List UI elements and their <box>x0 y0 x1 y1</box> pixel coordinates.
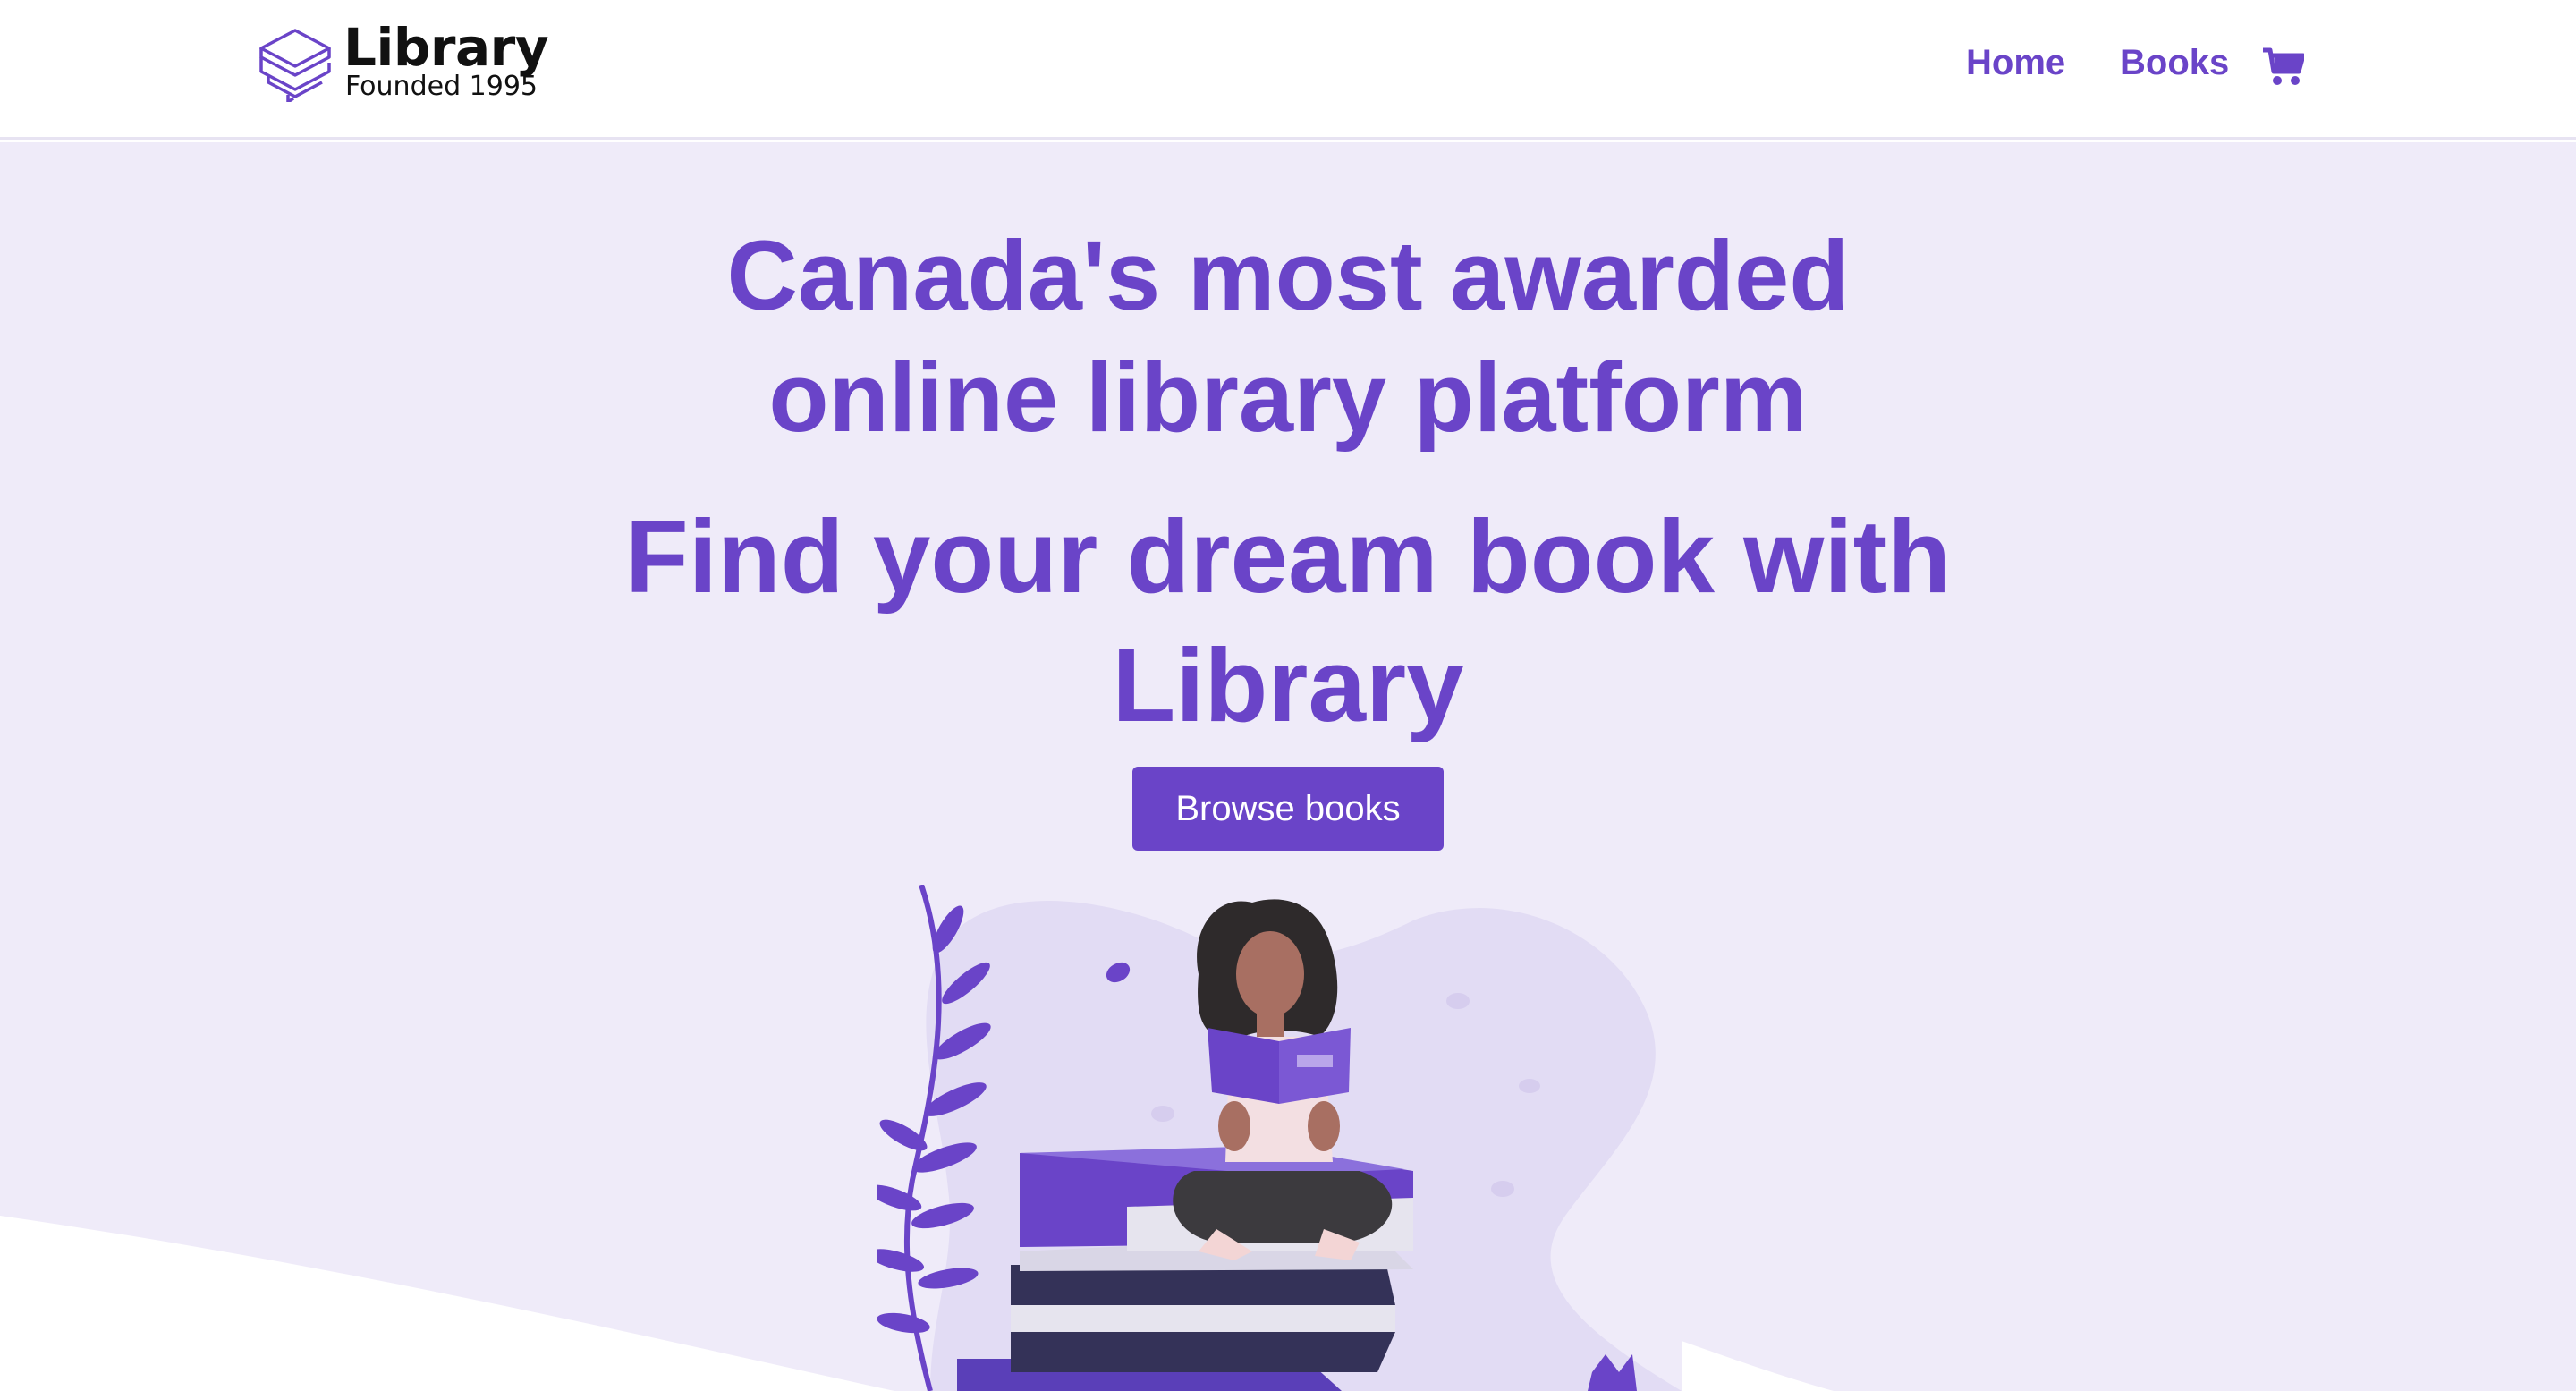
navbar: Library Founded 1995 Home Books <box>0 0 2576 140</box>
hero-section: Canada's most awarded online library pla… <box>0 142 2576 1391</box>
logo-title: Library <box>343 17 549 78</box>
stacked-books-icon <box>259 29 331 102</box>
nav-home-link[interactable]: Home <box>1966 45 2065 81</box>
browse-books-button[interactable]: Browse books <box>1132 767 1444 851</box>
nav-books-link[interactable]: Books <box>2120 45 2229 81</box>
logo[interactable]: Library Founded 1995 <box>256 20 560 109</box>
woman-reading-illustration <box>877 885 1682 1391</box>
hero-subheadline: Find your dream book with Library <box>624 498 1952 743</box>
shopping-cart-icon[interactable] <box>2263 47 2304 86</box>
logo-subtitle: Founded 1995 <box>345 71 538 102</box>
hero-headline: Canada's most awarded online library pla… <box>726 221 1850 454</box>
